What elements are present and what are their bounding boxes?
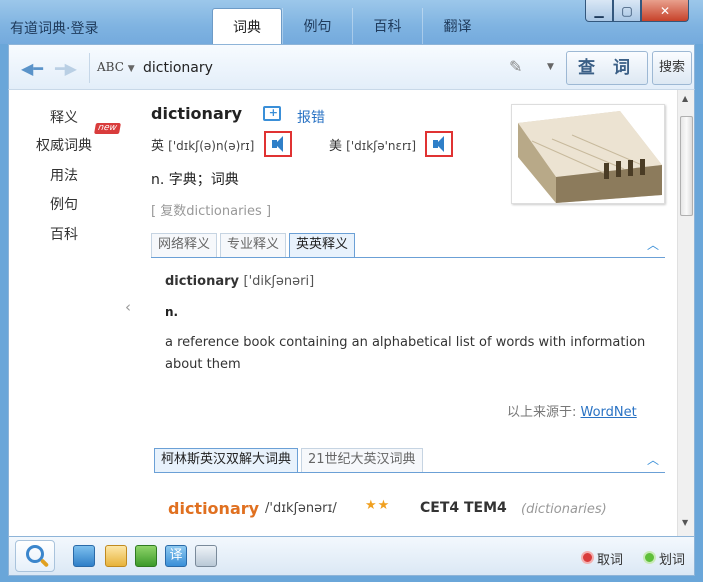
report-error-link[interactable]: 报错 (297, 107, 325, 127)
history-dropdown-icon[interactable]: ▼ (547, 62, 554, 72)
tab-web-definition[interactable]: 网络释义 (151, 233, 218, 257)
collins-tabs: 柯林斯英汉双解大词典 21世纪大英汉词典 (154, 448, 426, 472)
plugin-icon[interactable] (135, 545, 157, 567)
wordnet-link[interactable]: WordNet (581, 405, 637, 420)
new-badge: new (94, 123, 121, 134)
ee-part-of-speech: n. (165, 305, 179, 319)
collins-headword: dictionary (168, 499, 260, 518)
tab-encyclopedia[interactable]: 百科 (352, 8, 422, 44)
collins-plural: (dictionaries) (521, 502, 607, 517)
vertical-scrollbar[interactable]: ▲ ▼ (677, 90, 694, 536)
tab-underline (154, 472, 665, 473)
ee-word: dictionary ['dikʃənəri] (165, 274, 314, 289)
select-word-toggle[interactable]: 划词 (659, 549, 685, 568)
scroll-thumb[interactable] (680, 116, 693, 216)
uk-label: 英 (151, 139, 165, 154)
search-input[interactable] (143, 56, 503, 80)
nav-item-usage[interactable]: 用法 (50, 165, 78, 185)
minimize-button[interactable]: ▁ (585, 0, 613, 22)
minimize-icon: ▁ (594, 3, 604, 18)
dictionary-image[interactable] (511, 104, 665, 204)
capture-word-toggle[interactable]: 取词 (597, 549, 623, 568)
ee-headword: dictionary (165, 274, 239, 289)
collapse-up-icon[interactable]: ︿ (647, 236, 659, 253)
app-title: 有道词典·登录 (10, 18, 98, 38)
basic-definition: n. 字典；词典 (151, 172, 239, 188)
tab-translate[interactable]: 翻译 (422, 8, 492, 44)
nav-item-encyclopedia[interactable]: 百科 (50, 224, 78, 244)
language-select[interactable]: ABC ▼ (97, 60, 135, 74)
nav-item-definition[interactable]: 释义 (50, 107, 78, 127)
content-area: 释义 权威词典 new 用法 例句 百科 ‹ dictionary + 报错 英… (8, 90, 695, 536)
source-line: 以上来源于: WordNet (507, 401, 637, 420)
login-link[interactable]: ·登录 (66, 21, 98, 37)
exam-level: CET4 TEM4 (420, 500, 507, 516)
monitor-icon[interactable] (73, 545, 95, 567)
collapse-arrow-icon[interactable]: ‹ (125, 298, 131, 316)
left-nav: 释义 权威词典 new 用法 例句 百科 ‹ (9, 90, 135, 536)
app-name: 有道词典 (10, 21, 66, 37)
tab-collins[interactable]: 柯林斯英汉双解大词典 (154, 448, 299, 472)
collins-ipa: /'dɪkʃənərɪ/ (265, 501, 337, 516)
definition-tabs: 网络释义 专业释义 英英释义 (151, 233, 358, 257)
main-tabs: 词典 例句 百科 翻译 (212, 8, 492, 44)
source-label: 以上来源于: (507, 405, 581, 420)
tab-professional-definition[interactable]: 专业释义 (220, 233, 287, 257)
speaker-icon (431, 136, 447, 152)
web-search-button[interactable]: 搜索 (652, 51, 692, 85)
separator (89, 53, 90, 83)
headword: dictionary (151, 104, 243, 123)
nav-item-examples[interactable]: 例句 (50, 194, 78, 214)
uk-phonetic: 英 ['dɪkʃ(ə)n(ə)rɪ] (151, 135, 254, 154)
wordbook-icon[interactable] (105, 545, 127, 567)
abc-label: ABC (97, 60, 124, 74)
add-to-wordbook-icon[interactable]: + (263, 106, 281, 121)
title-bar: 有道词典·登录 词典 例句 百科 翻译 ▁ ▢ ✕ (0, 0, 703, 44)
scroll-down-icon[interactable]: ▼ (682, 518, 688, 527)
tab-dictionary[interactable]: 词典 (212, 8, 282, 44)
uk-speaker-button[interactable] (264, 131, 292, 157)
handwriting-icon[interactable]: ✎ (509, 57, 522, 76)
bottom-toolbar: 译 取词 划词 (8, 536, 695, 576)
us-ipa: ['dɪkʃə'nɛrɪ] (346, 139, 417, 153)
collapse-up-icon[interactable]: ︿ (647, 451, 659, 468)
cancel-lookup-icon (581, 551, 594, 564)
speaker-icon (270, 136, 286, 152)
window-controls: ▁ ▢ ✕ (585, 0, 689, 22)
select-word-icon (643, 551, 656, 564)
ee-ipa: ['dikʃənəri] (243, 274, 315, 289)
us-label: 美 (329, 139, 343, 154)
maximize-icon: ▢ (621, 3, 633, 18)
frequency-stars: ★★ (365, 498, 391, 513)
us-phonetic: 美 ['dɪkʃə'nɛrɪ] (329, 135, 416, 154)
lookup-button[interactable]: 查 词 (566, 51, 648, 85)
main-search-button[interactable] (15, 540, 55, 572)
uk-ipa: ['dɪkʃ(ə)n(ə)rɪ] (168, 139, 255, 153)
ee-definition: a reference book containing an alphabeti… (165, 335, 646, 372)
back-arrow-icon[interactable]: ◀━ (21, 59, 43, 78)
close-button[interactable]: ✕ (641, 0, 689, 22)
nav-item-authoritative[interactable]: 权威词典 (36, 135, 92, 155)
us-speaker-button[interactable] (425, 131, 453, 157)
tab-examples[interactable]: 例句 (282, 8, 352, 44)
maximize-button[interactable]: ▢ (613, 0, 641, 22)
magnifier-handle (39, 558, 50, 568)
plural-form: [ 复数dictionaries ] (151, 204, 272, 219)
mobile-icon[interactable] (195, 545, 217, 567)
forward-arrow-icon[interactable]: ━▶ (55, 59, 77, 78)
book-illustration (512, 105, 664, 203)
tab-underline (151, 257, 665, 258)
chevron-down-icon: ▼ (127, 64, 135, 74)
tab-english-definition[interactable]: 英英释义 (289, 233, 356, 257)
close-icon: ✕ (659, 3, 671, 18)
scroll-up-icon[interactable]: ▲ (682, 94, 688, 103)
tab-21st-century[interactable]: 21世纪大英汉词典 (301, 448, 423, 472)
translate-icon[interactable]: 译 (165, 545, 187, 567)
search-bar: ◀━ ━▶ ABC ▼ ✎ ▼ 查 词 搜索 (8, 44, 695, 90)
